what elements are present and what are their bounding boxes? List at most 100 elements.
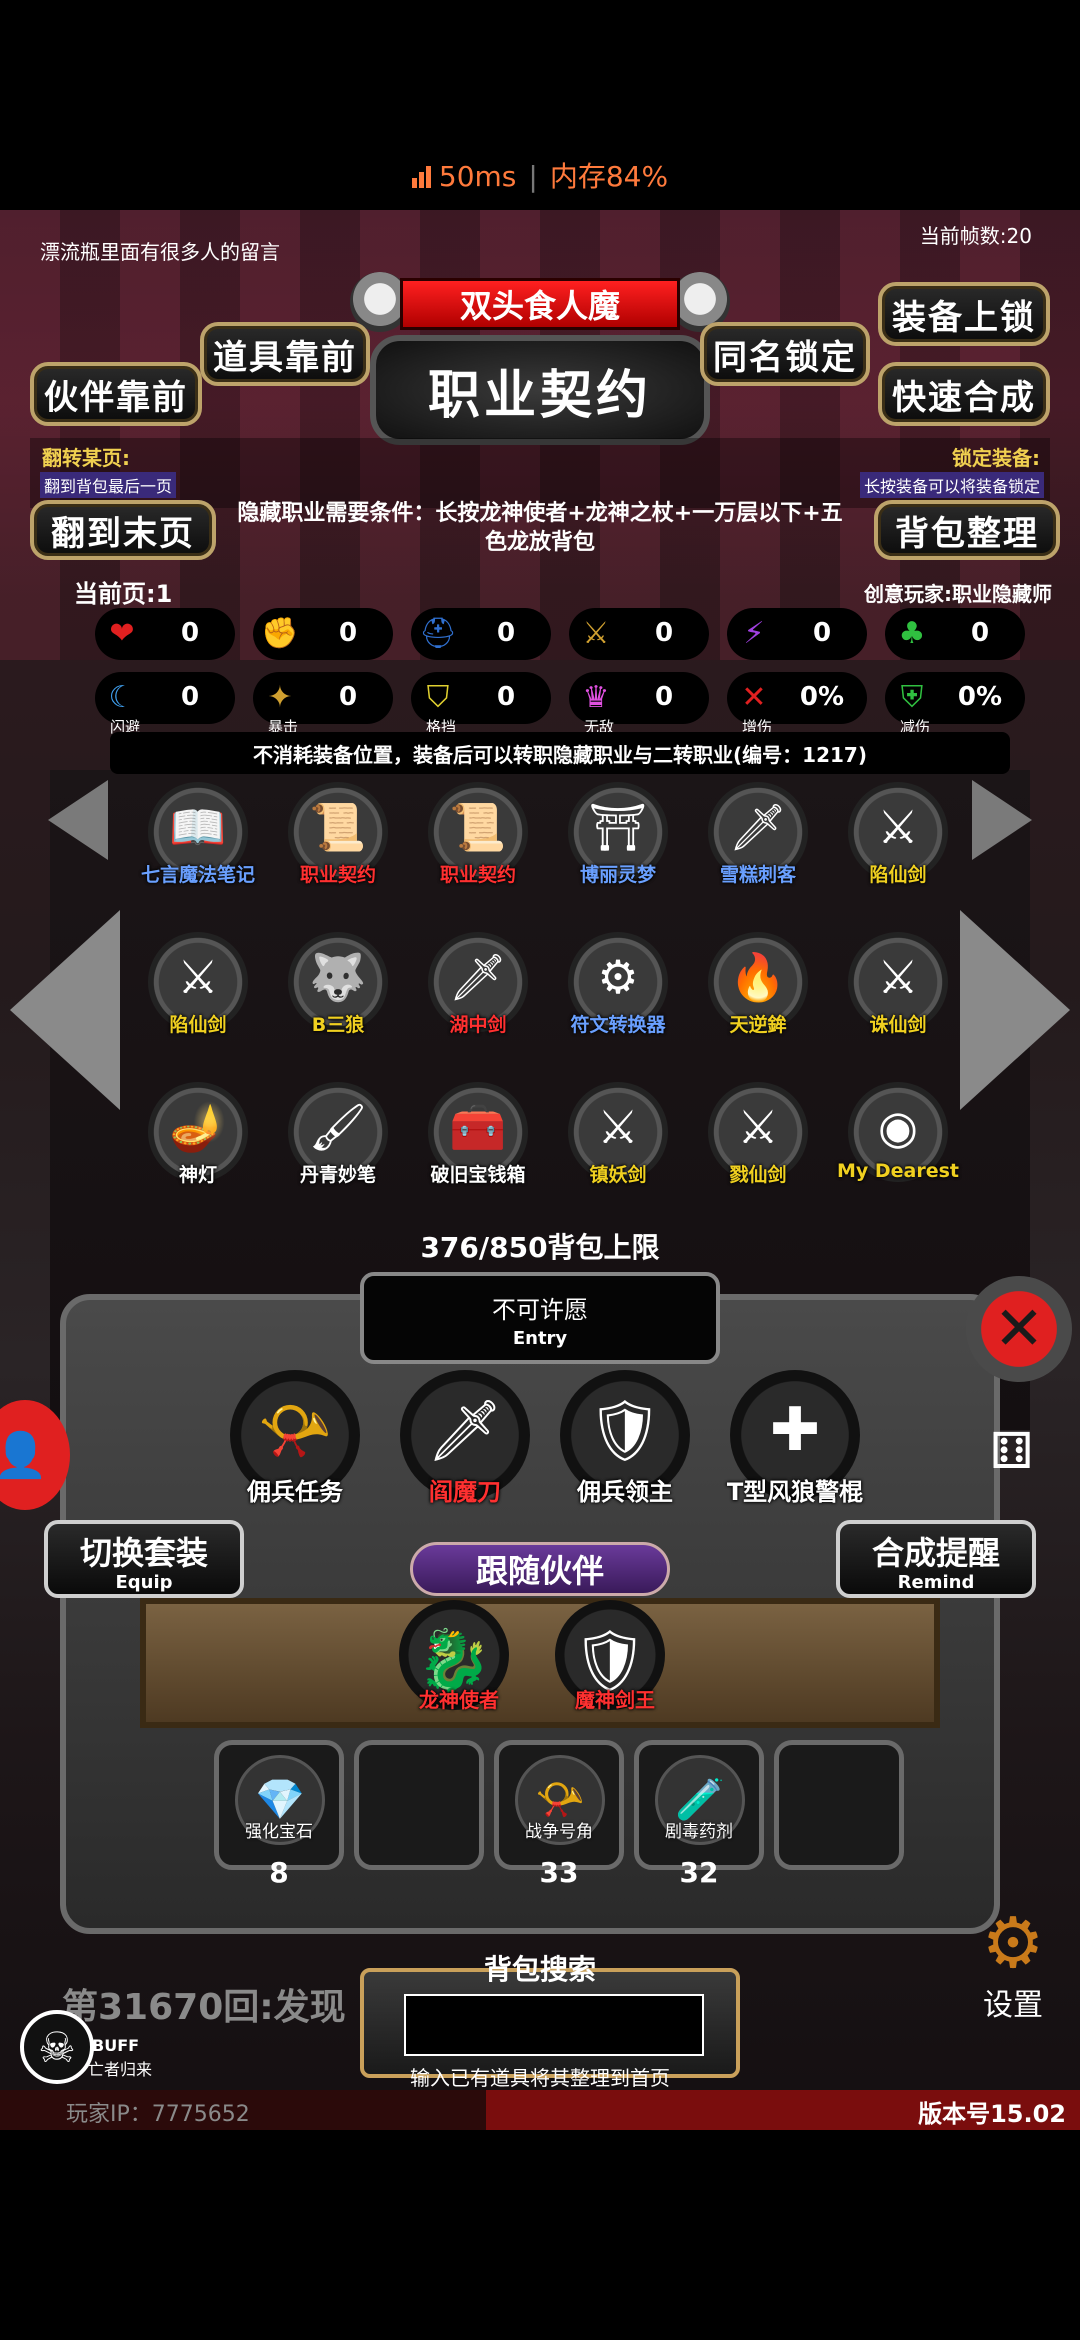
bag-item[interactable]: ◉ My Dearest (837, 1082, 959, 1212)
bag-item[interactable]: ⚔ 镇妖剑 (560, 1082, 676, 1212)
item-glyph: 🔥 (729, 950, 787, 1004)
dice-icon[interactable]: ⚅ (990, 1422, 1050, 1492)
item-glyph: 📖 (169, 800, 227, 854)
bag-sort-button[interactable]: 背包整理 (874, 500, 1060, 560)
next-row-arrow[interactable] (972, 780, 1032, 860)
game-screen: 漂流瓶里面有很多人的留言 当前帧数:20 双头食人魔 职业契约 道具靠前 伙伴靠… (0, 210, 1080, 2130)
prev-page-arrow[interactable] (10, 910, 120, 1110)
consumable-slot[interactable]: 💎 强化宝石 (214, 1740, 344, 1870)
stat-value: 0% (799, 682, 845, 712)
next-page-arrow[interactable] (960, 910, 1070, 1110)
stat-item: ⛨ 0% 减伤 (885, 672, 1025, 736)
stat-item: ✦ 0 暴击 (253, 672, 393, 736)
switch-suit-button[interactable]: 切换套装 Equip (44, 1520, 244, 1598)
consumable-slot[interactable] (354, 1740, 484, 1870)
bag-item[interactable]: 📖 七言魔法笔记 (140, 782, 256, 912)
bag-item[interactable]: 🗡 雪糕刺客 (700, 782, 816, 912)
bag-search-input[interactable] (404, 1994, 704, 2056)
entry-sub: Entry (512, 1328, 568, 1349)
lock-equip-label: 锁定装备: (952, 446, 1040, 470)
damage-up-icon: ✕ (741, 679, 767, 715)
close-icon[interactable]: ✕ (966, 1276, 1072, 1382)
partner-front-button[interactable]: 伙伴靠前 (30, 362, 202, 426)
item-label: 陷仙剑 (169, 1014, 227, 1036)
partner-item[interactable]: 🛡 魔神剑王 (550, 1600, 680, 1750)
consumable-label: 强化宝石 (245, 1822, 313, 1842)
same-name-lock-button[interactable]: 同名锁定 (700, 322, 870, 386)
bag-item[interactable]: 📜 职业契约 (280, 782, 396, 912)
merge-remind-button[interactable]: 合成提醒 Remind (836, 1520, 1036, 1598)
items-front-button[interactable]: 道具靠前 (200, 322, 370, 386)
item-glyph: 🐺 (309, 950, 367, 1004)
flip-page-label: 翻转某页: (42, 446, 130, 470)
page-title: 职业契约 (370, 335, 710, 445)
stat-item: ⛉ 0 格挡 (411, 672, 551, 736)
flip-page-sub: 翻到背包最后一页 (40, 472, 177, 498)
bag-search-hint: 输入已有道具将其整理到首页 (410, 2066, 670, 2090)
stat-item: ⛑ 0 (411, 608, 551, 660)
bag-item[interactable]: 🐺 B三狼 (280, 932, 396, 1062)
stat-item: ✕ 0% 增伤 (727, 672, 867, 736)
prev-row-arrow[interactable] (48, 780, 108, 860)
bag-item[interactable]: 🪔 神灯 (140, 1082, 256, 1212)
mercenary-item[interactable]: 🛡 佣兵领主 (550, 1370, 700, 1520)
bag-item[interactable]: ⛩ 博丽灵梦 (560, 782, 676, 912)
bag-item[interactable]: 🖌 丹青妙笔 (280, 1082, 396, 1212)
equip-lock-button[interactable]: 装备上锁 (878, 282, 1050, 346)
mercenary-glyph: 📯 (257, 1396, 333, 1466)
mercenary-label: T型风狼警棍 (726, 1478, 864, 1506)
item-glyph: 🗡 (728, 800, 788, 854)
block-icon: ⛉ (426, 679, 450, 715)
consumable-slot[interactable]: 📯 战争号角 (494, 1740, 624, 1870)
item-label: 职业契约 (439, 864, 516, 886)
item-glyph: ⚔ (177, 950, 219, 1004)
consumable-slot[interactable]: 🧪 剧毒药剂 (634, 1740, 764, 1870)
bag-item[interactable]: 🧰 破旧宝钱箱 (420, 1082, 536, 1212)
mercenary-item[interactable]: ✚ T型风狼警棍 (720, 1370, 870, 1520)
item-label: My Dearest (836, 1160, 960, 1182)
to-last-page-button[interactable]: 翻到末页 (30, 500, 216, 560)
bag-item[interactable]: ⚔ 诛仙剑 (840, 932, 956, 1062)
message-bottle-text[interactable]: 漂流瓶里面有很多人的留言 (40, 236, 280, 265)
round-text: 第31670回:发现 (62, 1987, 346, 2028)
network-status: 50ms | 内存84% (0, 155, 1080, 195)
item-label: 职业契约 (299, 864, 376, 886)
item-label: 符文转换器 (570, 1014, 666, 1036)
mercenary-glyph: ✚ (769, 1395, 821, 1465)
item-label: 戮仙剑 (729, 1164, 787, 1186)
mercenary-item[interactable]: 📯 佣兵任务 (220, 1370, 370, 1520)
stat-value: 0% (957, 682, 1003, 712)
skull-buff-icon[interactable]: ☠ (20, 2010, 94, 2084)
entry-plate[interactable]: 不可许愿 Entry (360, 1272, 720, 1364)
bag-item[interactable]: ⚙ 符文转换器 (560, 932, 676, 1062)
settings-label[interactable]: 设置 (958, 1980, 1068, 2024)
item-glyph: ◉ (877, 1100, 919, 1154)
partner-label: 魔神剑王 (575, 1688, 655, 1712)
strength-icon: ✊ (261, 615, 299, 651)
hidden-job-requirement: 隐藏职业需要条件：长按龙神使者+龙神之杖+一万层以下+五色龙放背包 (237, 501, 843, 555)
bag-item[interactable]: ⚔ 陷仙剑 (840, 782, 956, 912)
consumable-slot[interactable] (774, 1740, 904, 1870)
bag-item[interactable]: 🗡 湖中剑 (420, 932, 536, 1062)
version-number: 版本号15.02 (918, 2100, 1066, 2128)
quick-merge-button[interactable]: 快速合成 (878, 362, 1050, 426)
mercenary-item[interactable]: 🗡 阎魔刀 (390, 1370, 540, 1520)
item-label: 博丽灵梦 (579, 864, 656, 886)
item-glyph: ⚔ (597, 1100, 639, 1154)
stat-value: 0 (496, 682, 516, 712)
bag-item[interactable]: 📜 职业契约 (420, 782, 536, 912)
item-label: 诛仙剑 (869, 1014, 927, 1036)
item-glyph: 🧰 (449, 1100, 507, 1154)
item-label: 破旧宝钱箱 (430, 1164, 526, 1186)
bag-item[interactable]: ⚔ 戮仙剑 (700, 1082, 816, 1212)
bag-item[interactable]: 🔥 天逆鉾 (700, 932, 816, 1062)
partner-item[interactable]: 🐉 龙神使者 (394, 1600, 524, 1750)
item-label: 雪糕刺客 (719, 864, 796, 886)
consumable-label: 剧毒药剂 (665, 1822, 733, 1842)
item-label: B三狼 (311, 1014, 365, 1036)
bag-item[interactable]: ⚔ 陷仙剑 (140, 932, 256, 1062)
lightning-icon: ⚡ (743, 615, 765, 651)
consumable-count: 32 (679, 1856, 719, 1889)
sword-icon: ⚔ (582, 615, 610, 651)
stat-item: ☾ 0 闪避 (95, 672, 235, 736)
